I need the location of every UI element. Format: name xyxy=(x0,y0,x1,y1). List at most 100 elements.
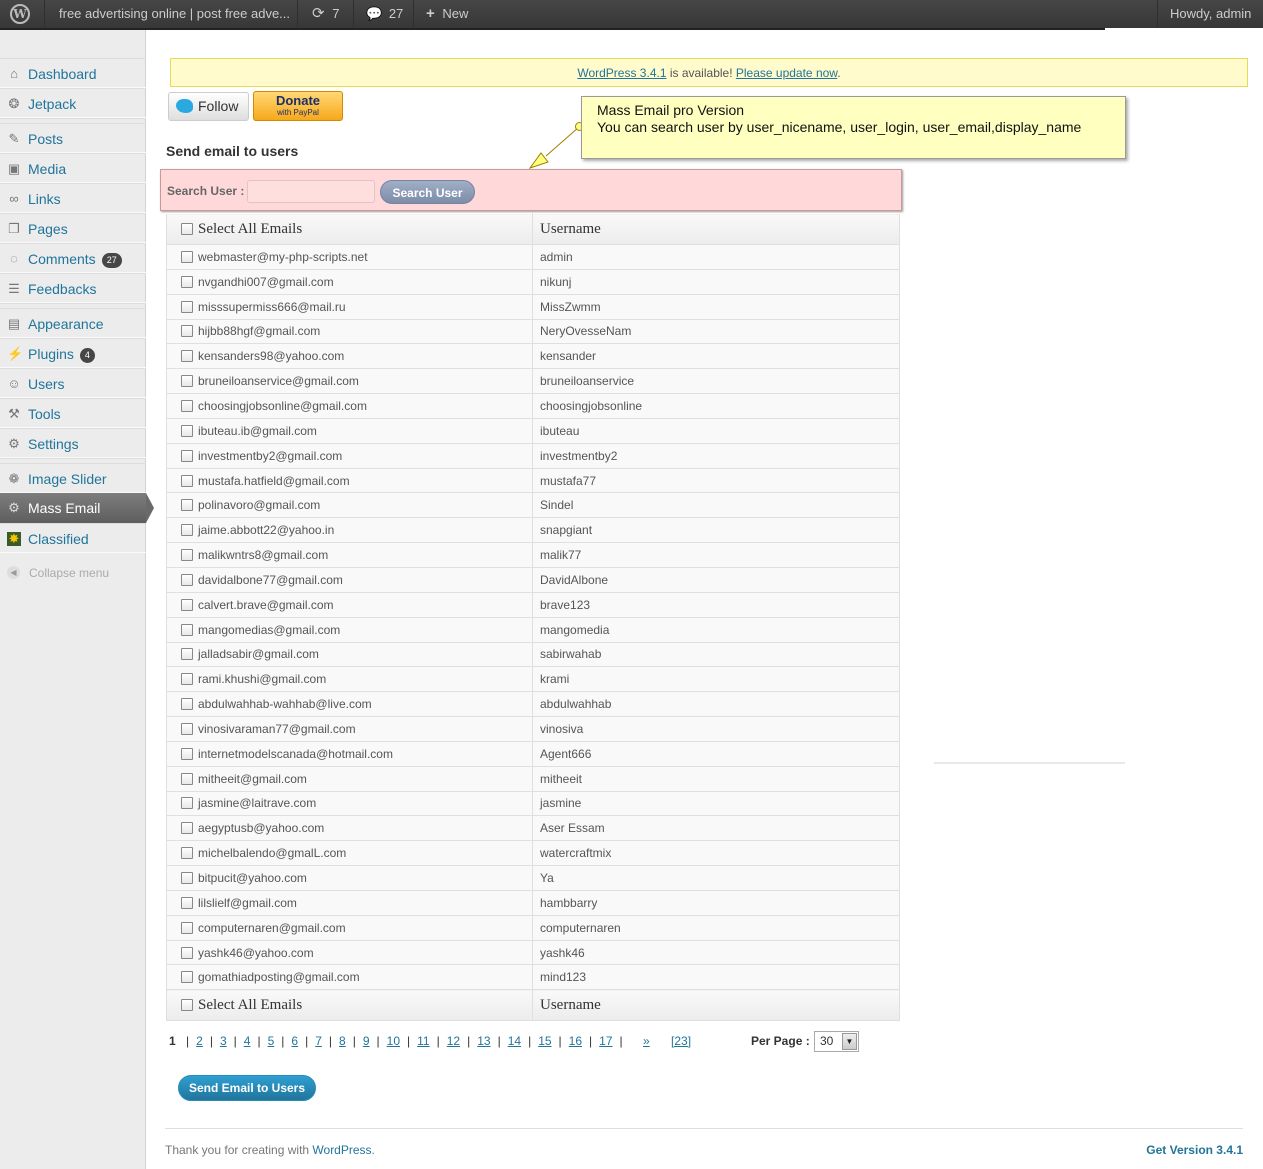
row-checkbox[interactable] xyxy=(181,598,193,611)
row-checkbox[interactable] xyxy=(181,896,193,909)
row-checkbox[interactable] xyxy=(181,549,193,562)
row-checkbox[interactable] xyxy=(181,524,193,537)
row-checkbox[interactable] xyxy=(181,424,193,437)
row-checkbox[interactable] xyxy=(181,275,193,288)
comments-link[interactable]: 💬 27 xyxy=(366,0,403,28)
sidebar-item-users[interactable]: ☺ Users xyxy=(0,368,146,398)
page-link[interactable]: 13 xyxy=(477,1034,490,1048)
wordpress-logo-icon[interactable]: W xyxy=(8,0,38,28)
select-all-checkbox[interactable] xyxy=(181,222,193,235)
row-checkbox[interactable] xyxy=(181,350,193,363)
site-title-link[interactable]: free advertising online | post free adve… xyxy=(59,0,290,28)
email-cell: polinavoro@gmail.com xyxy=(166,492,533,519)
sidebar-item-pages[interactable]: ❐ Pages xyxy=(0,213,146,243)
twitter-follow-button[interactable]: Follow xyxy=(168,92,249,121)
collapse-menu-button[interactable]: ◀ Collapse menu xyxy=(0,561,146,585)
page-link[interactable]: 16 xyxy=(569,1034,582,1048)
footer-version-link[interactable]: Get Version 3.4.1 xyxy=(1146,1143,1243,1157)
update-now-link[interactable]: Please update now xyxy=(736,66,837,80)
sidebar-item-appearance[interactable]: ▤ Appearance xyxy=(0,308,146,338)
sidebar-item-mass-email[interactable]: ⚙ Mass Email xyxy=(0,493,154,523)
page-link[interactable]: 8 xyxy=(339,1034,346,1048)
email-cell: jalladsabir@gmail.com xyxy=(166,641,533,668)
row-checkbox[interactable] xyxy=(181,698,193,711)
page-link[interactable]: 9 xyxy=(363,1034,370,1048)
row-checkbox[interactable] xyxy=(181,250,193,263)
sidebar-item-label: Mass Email xyxy=(28,500,101,516)
sidebar-item-comments[interactable]: ◌ Comments 27 xyxy=(0,243,146,273)
row-checkbox[interactable] xyxy=(181,797,193,810)
page-link[interactable]: 2 xyxy=(196,1034,203,1048)
sidebar-item-jetpack[interactable]: ❂ Jetpack xyxy=(0,88,146,118)
row-checkbox[interactable] xyxy=(181,375,193,388)
table-row: malikwntrs8@gmail.com malik77 xyxy=(166,542,900,568)
page-link[interactable]: 12 xyxy=(447,1034,460,1048)
row-checkbox[interactable] xyxy=(181,449,193,462)
per-page-select[interactable]: 30 ▼ xyxy=(814,1031,859,1052)
row-checkbox[interactable] xyxy=(181,300,193,313)
username-cell: admin xyxy=(532,244,900,270)
row-checkbox[interactable] xyxy=(181,822,193,835)
per-page-label: Per Page : xyxy=(751,1034,810,1048)
username-cell: krami xyxy=(532,666,900,693)
tooltip-body: You can search user by user_nicename, us… xyxy=(597,119,1082,135)
row-checkbox[interactable] xyxy=(181,872,193,885)
email-cell: ibuteau.ib@gmail.com xyxy=(166,417,533,444)
table-row: ibuteau.ib@gmail.com ibuteau xyxy=(166,417,900,444)
last-page-link[interactable]: [23] xyxy=(671,1034,691,1048)
page-link[interactable]: 15 xyxy=(538,1034,551,1048)
row-checkbox[interactable] xyxy=(181,747,193,760)
next-page-link[interactable]: » xyxy=(643,1034,650,1048)
page-link[interactable]: 4 xyxy=(244,1034,251,1048)
paypal-donate-button[interactable]: Donate with PayPal xyxy=(253,91,343,121)
row-checkbox[interactable] xyxy=(181,399,193,412)
new-content-link[interactable]: + New xyxy=(426,0,468,28)
email-cell: bruneiloanservice@gmail.com xyxy=(166,368,533,395)
sidebar-item-image-slider[interactable]: ❁ Image Slider xyxy=(0,463,146,493)
sidebar-item-dashboard[interactable]: ⌂ Dashboard xyxy=(0,58,146,88)
username-cell: Sindel xyxy=(532,492,900,519)
page-link[interactable]: 17 xyxy=(599,1034,612,1048)
sidebar-item-classified[interactable]: ✸ Classified xyxy=(0,523,146,553)
row-checkbox[interactable] xyxy=(181,474,193,487)
row-checkbox[interactable] xyxy=(181,673,193,686)
row-checkbox[interactable] xyxy=(181,946,193,959)
notice-text: is available! xyxy=(666,66,736,80)
sidebar-item-feedbacks[interactable]: ☰ Feedbacks xyxy=(0,273,146,303)
sidebar-item-plugins[interactable]: ⚡ Plugins 4 xyxy=(0,338,146,368)
row-checkbox[interactable] xyxy=(181,772,193,785)
row-checkbox[interactable] xyxy=(181,573,193,586)
row-checkbox[interactable] xyxy=(181,971,193,984)
updates-link[interactable]: ⟳ 7 xyxy=(312,0,339,28)
footer-credit-end: . xyxy=(371,1143,375,1157)
row-checkbox[interactable] xyxy=(181,325,193,338)
search-user-button[interactable]: Search User xyxy=(380,180,475,204)
page-link[interactable]: 14 xyxy=(508,1034,521,1048)
row-checkbox[interactable] xyxy=(181,648,193,661)
sidebar-item-links[interactable]: ∞ Links xyxy=(0,183,146,213)
account-menu[interactable]: Howdy, admin xyxy=(1170,0,1251,28)
page-link[interactable]: 6 xyxy=(291,1034,298,1048)
email-cell: bitpucit@yahoo.com xyxy=(166,865,533,891)
sidebar-item-media[interactable]: ▣ Media xyxy=(0,153,146,183)
sidebar-item-settings[interactable]: ⚙ Settings xyxy=(0,428,146,458)
row-checkbox[interactable] xyxy=(181,499,193,512)
search-user-input[interactable] xyxy=(247,180,375,203)
row-checkbox[interactable] xyxy=(181,921,193,934)
send-email-button[interactable]: Send Email to Users xyxy=(178,1075,316,1101)
pro-version-tooltip: Mass Email pro Version You can search us… xyxy=(581,96,1126,159)
wordpress-link[interactable]: WordPress xyxy=(312,1143,371,1157)
sidebar-item-tools[interactable]: ⚒ Tools xyxy=(0,398,146,428)
sidebar-item-posts[interactable]: ✎ Posts xyxy=(0,123,146,153)
wordpress-version-link[interactable]: WordPress 3.4.1 xyxy=(577,66,666,80)
page-link[interactable]: 10 xyxy=(387,1034,400,1048)
row-checkbox[interactable] xyxy=(181,722,193,735)
page-link[interactable]: 5 xyxy=(268,1034,275,1048)
page-link[interactable]: 11 xyxy=(417,1034,429,1048)
page-link[interactable]: 3 xyxy=(220,1034,227,1048)
sidebar-item-label: Jetpack xyxy=(28,96,77,112)
row-checkbox[interactable] xyxy=(181,623,193,636)
select-all-checkbox-footer[interactable] xyxy=(181,998,193,1011)
page-link[interactable]: 7 xyxy=(315,1034,322,1048)
row-checkbox[interactable] xyxy=(181,847,193,860)
